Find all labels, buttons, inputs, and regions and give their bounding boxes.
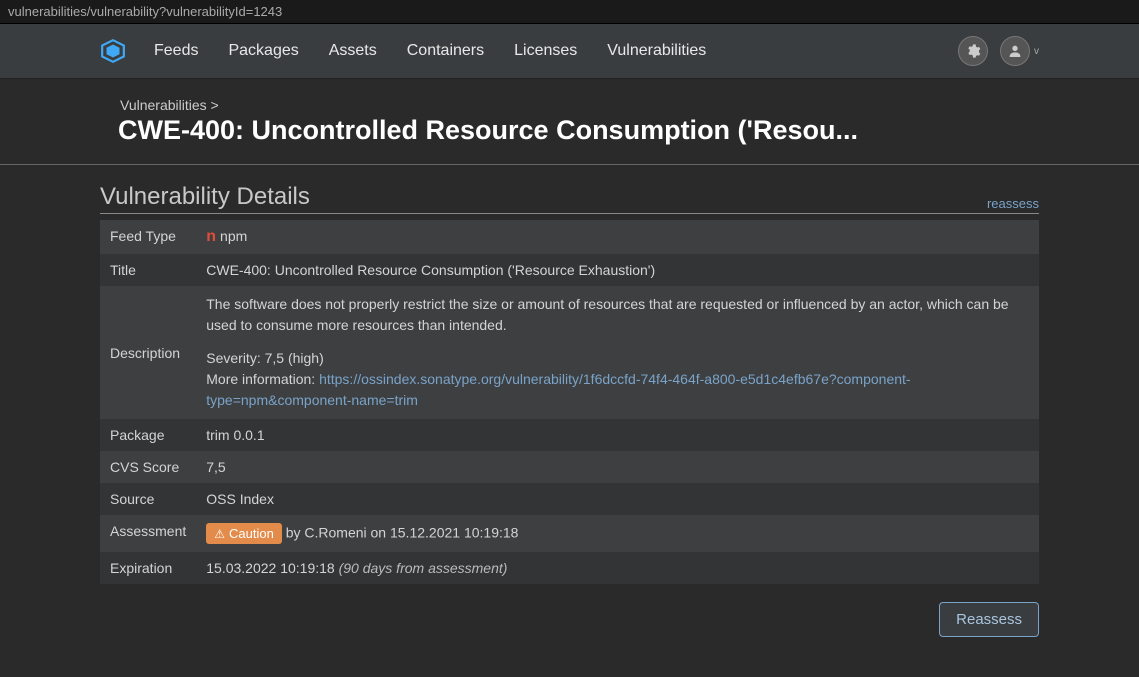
reassess-link[interactable]: reassess (987, 196, 1039, 211)
row-source: Source OSS Index (100, 483, 1039, 515)
details-table: Feed Type nnpm Title CWE-400: Uncontroll… (100, 220, 1039, 584)
label-assessment: Assessment (100, 515, 196, 552)
nav-packages[interactable]: Packages (228, 42, 298, 60)
expiration-date: 15.03.2022 10:19:18 (206, 560, 338, 576)
reassess-button[interactable]: Reassess (939, 602, 1039, 637)
row-expiration: Expiration 15.03.2022 10:19:18 (90 days … (100, 552, 1039, 584)
value-package: trim 0.0.1 (196, 419, 1039, 451)
row-cvs: CVS Score 7,5 (100, 451, 1039, 483)
divider (0, 164, 1139, 165)
value-expiration: 15.03.2022 10:19:18 (90 days from assess… (196, 552, 1039, 584)
row-assessment: Assessment ⚠ Caution by C.Romeni on 15.12… (100, 515, 1039, 552)
button-row: Reassess (100, 602, 1039, 637)
nav-assets[interactable]: Assets (329, 42, 377, 60)
description-text: The software does not properly restrict … (206, 294, 1029, 336)
more-info-prefix: More information: (206, 371, 319, 387)
label-feed-type: Feed Type (100, 220, 196, 254)
value-assessment: ⚠ Caution by C.Romeni on 15.12.2021 10:19… (196, 515, 1039, 552)
chevron-down-icon: v (1034, 46, 1039, 57)
nav-links: Feeds Packages Assets Containers License… (154, 42, 930, 60)
nav-feeds[interactable]: Feeds (154, 42, 198, 60)
label-cvs: CVS Score (100, 451, 196, 483)
section-header: Vulnerability Details reassess (100, 183, 1039, 214)
feed-type-text: npm (220, 228, 247, 244)
label-source: Source (100, 483, 196, 515)
user-menu[interactable]: v (1000, 36, 1039, 66)
top-nav: Feeds Packages Assets Containers License… (0, 24, 1139, 79)
value-feed-type: nnpm (196, 220, 1039, 254)
row-description: Description The software does not proper… (100, 286, 1039, 419)
url-bar[interactable]: vulnerabilities/vulnerability?vulnerabil… (0, 0, 1139, 24)
label-expiration: Expiration (100, 552, 196, 584)
gear-icon (965, 43, 981, 59)
more-info-line: More information: https://ossindex.sonat… (206, 369, 1029, 411)
value-source: OSS Index (196, 483, 1039, 515)
row-title: Title CWE-400: Uncontrolled Resource Con… (100, 254, 1039, 286)
expiration-note: (90 days from assessment) (339, 560, 508, 576)
page-title: CWE-400: Uncontrolled Resource Consumpti… (100, 115, 1039, 146)
user-avatar (1000, 36, 1030, 66)
npm-icon: n (206, 228, 216, 246)
label-description: Description (100, 286, 196, 419)
label-title: Title (100, 254, 196, 286)
nav-vulnerabilities[interactable]: Vulnerabilities (607, 42, 706, 60)
breadcrumb[interactable]: Vulnerabilities > (100, 97, 1039, 113)
nav-right: v (958, 36, 1039, 66)
settings-button[interactable] (958, 36, 988, 66)
caution-badge: ⚠ Caution (206, 523, 282, 544)
value-title: CWE-400: Uncontrolled Resource Consumpti… (196, 254, 1039, 286)
logo-icon (100, 38, 126, 64)
nav-containers[interactable]: Containers (407, 42, 484, 60)
section-title: Vulnerability Details (100, 183, 310, 211)
page-content: Vulnerabilities > CWE-400: Uncontrolled … (0, 79, 1139, 677)
value-description: The software does not properly restrict … (196, 286, 1039, 419)
severity-line: Severity: 7,5 (high) (206, 348, 1029, 369)
label-package: Package (100, 419, 196, 451)
user-icon (1007, 43, 1023, 59)
nav-licenses[interactable]: Licenses (514, 42, 577, 60)
badge-text: Caution (229, 526, 274, 541)
value-cvs: 7,5 (196, 451, 1039, 483)
row-feed-type: Feed Type nnpm (100, 220, 1039, 254)
row-package: Package trim 0.0.1 (100, 419, 1039, 451)
assessment-by: by C.Romeni on 15.12.2021 10:19:18 (282, 525, 519, 541)
warning-icon: ⚠ (214, 527, 225, 541)
